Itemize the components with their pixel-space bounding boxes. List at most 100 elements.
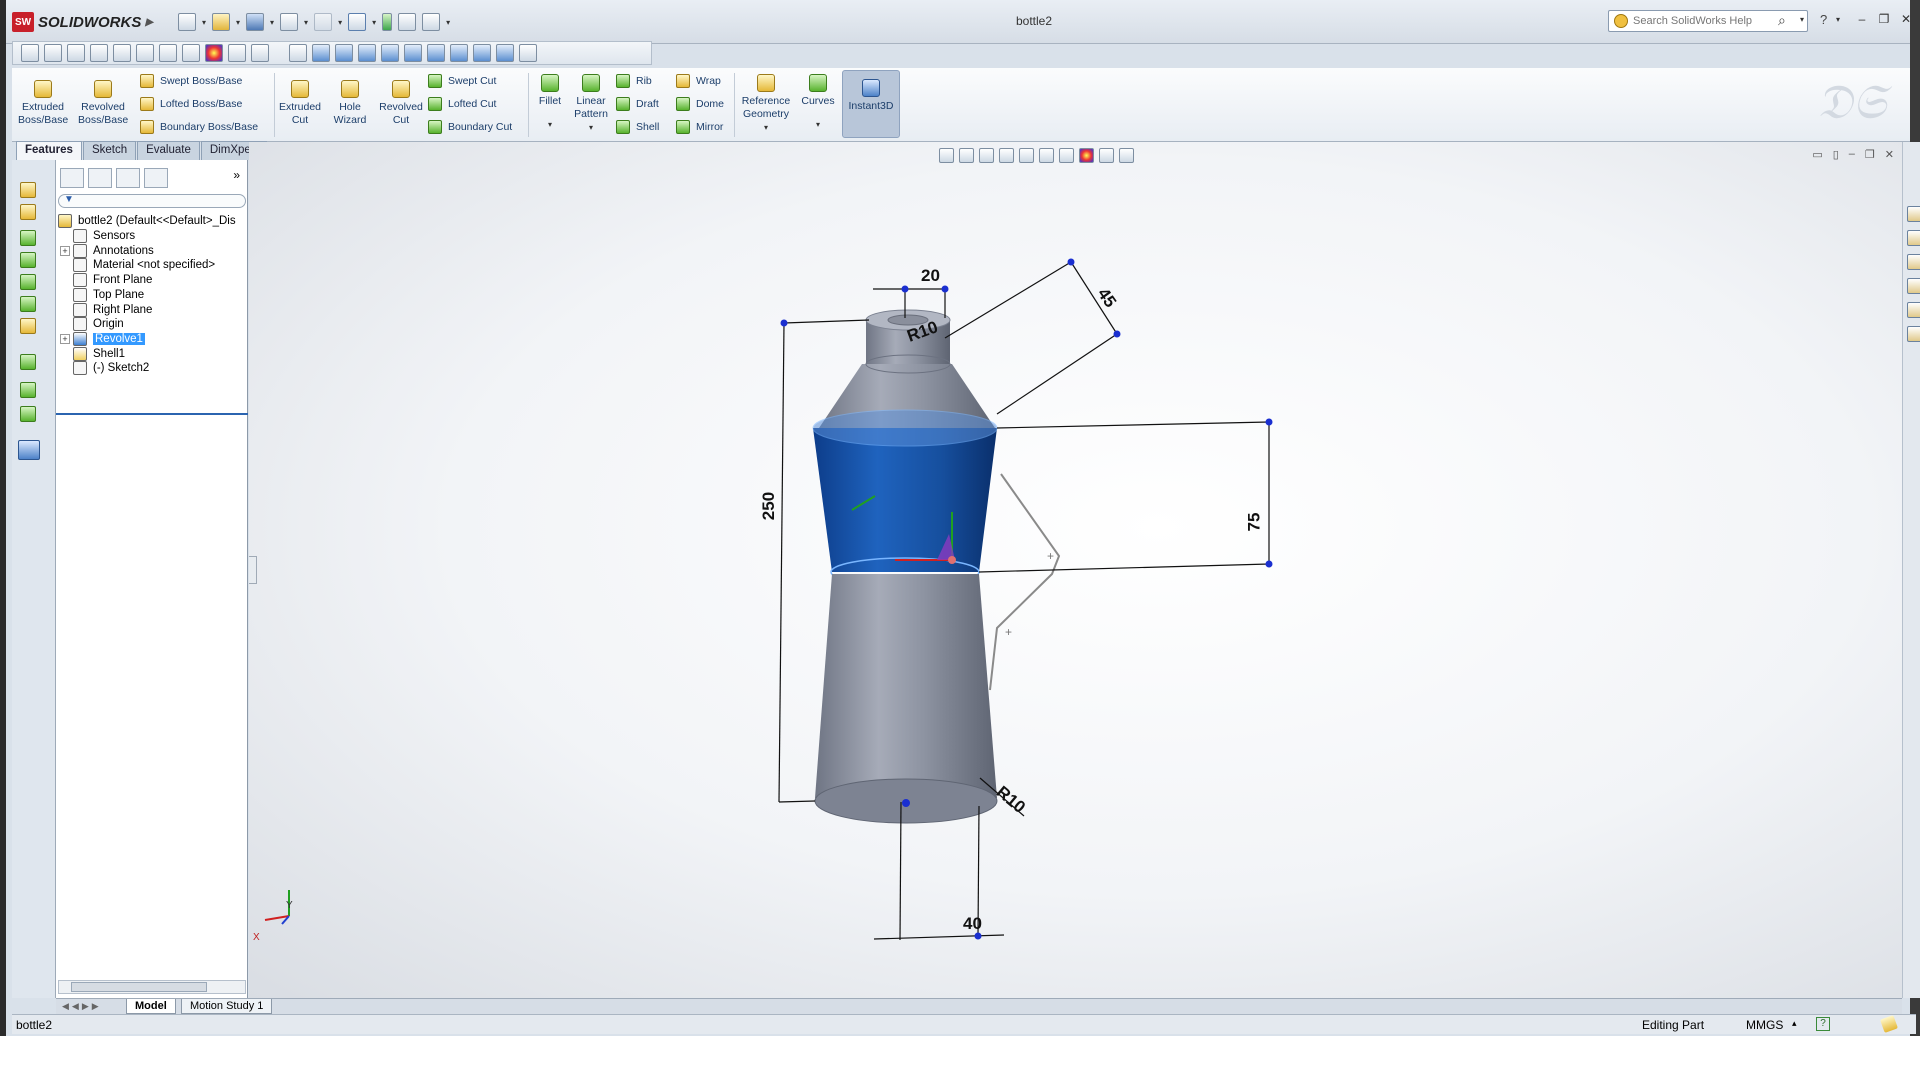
boundary-cut-button[interactable]: Boundary Cut [428,118,512,136]
hole-shortcut-icon[interactable] [20,318,36,334]
dim-band[interactable]: 75 [1244,513,1264,532]
view-settings-icon[interactable] [251,44,269,62]
dim-bottom-width[interactable]: 40 [963,914,982,934]
isometric-view-icon[interactable] [450,44,468,62]
tree-item[interactable]: (-) Sketch2 [60,359,149,377]
minimize-button[interactable]: – [1852,12,1872,30]
dimetric-view-icon[interactable] [496,44,514,62]
solidworks-logo[interactable]: SW SOLIDWORKS ▶ [12,12,153,32]
front-view-icon[interactable] [312,44,330,62]
zoom-to-fit-icon[interactable] [21,44,39,62]
graphics-area[interactable]: ▭ ▯ – ❐ ✕ + + 20 R10 45 250 75 R10 40 Y … [249,142,1902,998]
lofted-boss-button[interactable]: Lofted Boss/Base [140,95,258,113]
undo-icon[interactable] [314,13,333,31]
property-manager-tab-icon[interactable] [88,168,112,188]
revolved-boss-button[interactable]: Revolved Boss/Base [78,80,128,127]
appearances-icon[interactable] [1907,302,1920,318]
restore-button[interactable]: ❐ [1874,12,1894,30]
bottom-view-icon[interactable] [427,44,445,62]
boundary-boss-button[interactable]: Boundary Boss/Base [140,118,258,136]
options-icon[interactable] [422,13,441,31]
rib-shortcut-icon[interactable] [20,274,36,290]
rib-button[interactable]: Rib [616,72,659,90]
wrap-button[interactable]: Wrap [676,72,724,90]
panel-collapse-handle[interactable] [249,556,257,584]
model-canvas[interactable]: + + [249,142,1902,998]
dome-button[interactable]: Dome [676,95,724,113]
right-view-icon[interactable] [381,44,399,62]
edit-appearance-icon[interactable] [205,44,223,62]
chevron-down-icon[interactable]: ▾ [568,121,614,134]
measure-icon[interactable] [519,44,537,62]
select-pointer-icon[interactable] [348,13,367,31]
view-orientation-icon[interactable] [113,44,131,62]
chevron-down-icon[interactable]: ▾ [202,18,206,27]
tab-sketch[interactable]: Sketch [82,141,137,160]
fillet-shortcut-icon[interactable] [20,230,36,246]
print-icon[interactable] [280,13,299,31]
custom-properties-icon[interactable] [1907,326,1920,342]
curves-button[interactable]: Curves ▾ [798,74,838,131]
swept-cut-button[interactable]: Swept Cut [428,72,512,90]
configuration-manager-tab-icon[interactable] [116,168,140,188]
top-view-icon[interactable] [404,44,422,62]
file-properties-icon[interactable] [398,13,417,31]
hide-show-items-icon[interactable] [182,44,200,62]
extrude-cut-shortcut-icon[interactable] [20,204,36,220]
expand-icon[interactable]: + [60,245,70,256]
section-view-icon[interactable] [90,44,108,62]
chevron-down-icon[interactable]: ▾ [304,18,308,27]
search-icon[interactable]: ⌕ [1778,12,1786,29]
back-view-icon[interactable] [335,44,353,62]
previous-view-icon[interactable] [67,44,85,62]
reference-shortcut-icon[interactable] [20,382,36,398]
sketch-profile[interactable] [989,473,1061,691]
normal-to-icon[interactable] [289,44,307,62]
expand-panel-icon[interactable]: » [233,168,240,192]
home-icon[interactable] [1907,206,1920,222]
apply-scene-icon[interactable] [228,44,246,62]
chevron-down-icon[interactable]: ▾ [446,18,450,27]
open-folder-icon[interactable] [212,13,231,31]
hole-wizard-button[interactable]: Hole Wizard [330,80,370,127]
units-selector[interactable]: MMGS [1746,1018,1783,1032]
swept-boss-button[interactable]: Swept Boss/Base [140,72,258,90]
rebuild-status-icon[interactable] [1880,1015,1898,1033]
instant3d-shortcut-icon[interactable] [18,440,40,460]
fillet-button[interactable]: Fillet ▾ [532,74,568,131]
rebuild-icon[interactable] [382,13,393,31]
bottle-body[interactable] [814,574,998,824]
chevron-up-icon[interactable]: ▴ [1792,1018,1797,1029]
reference-geometry-button[interactable]: Reference Geometry ▾ [738,74,794,134]
scrollbar-thumb[interactable] [71,982,207,992]
tree-filter-input[interactable] [58,194,246,208]
save-icon[interactable] [246,13,265,31]
tab-scroll-arrows-icon[interactable]: ◀◀▶▶ [62,1001,102,1012]
chamfer-shortcut-icon[interactable] [20,252,36,268]
chevron-down-icon[interactable]: ▾ [798,118,838,131]
lofted-cut-button[interactable]: Lofted Cut [428,95,512,113]
chevron-down-icon[interactable]: ▾ [532,118,568,131]
shell-button[interactable]: Shell [616,118,659,136]
zoom-to-area-icon[interactable] [44,44,62,62]
rollback-bar[interactable] [56,413,248,415]
chevron-down-icon[interactable]: ▾ [270,18,274,27]
instant3d-button[interactable]: Instant3D [842,70,900,138]
design-library-icon[interactable] [1907,230,1920,246]
tab-model[interactable]: Model [126,999,176,1014]
left-view-icon[interactable] [358,44,376,62]
tab-evaluate[interactable]: Evaluate [137,141,200,160]
help-status-icon[interactable]: ? [1816,1017,1830,1031]
pattern-shortcut-icon[interactable] [20,354,36,370]
linear-pattern-button[interactable]: Linear Pattern ▾ [568,74,614,134]
help-icon[interactable]: ? [1820,12,1827,27]
extrude-shortcut-icon[interactable] [20,182,36,198]
dim-top-width[interactable]: 20 [921,266,940,286]
mirror-button[interactable]: Mirror [676,118,724,136]
shell-shortcut-icon[interactable] [20,296,36,312]
chevron-down-icon[interactable]: ▾ [372,18,376,27]
extruded-cut-button[interactable]: Extruded Cut [278,80,322,127]
curves-shortcut-icon[interactable] [20,406,36,422]
tree-scrollbar[interactable] [58,980,246,994]
chevron-down-icon[interactable]: ▾ [236,18,240,27]
